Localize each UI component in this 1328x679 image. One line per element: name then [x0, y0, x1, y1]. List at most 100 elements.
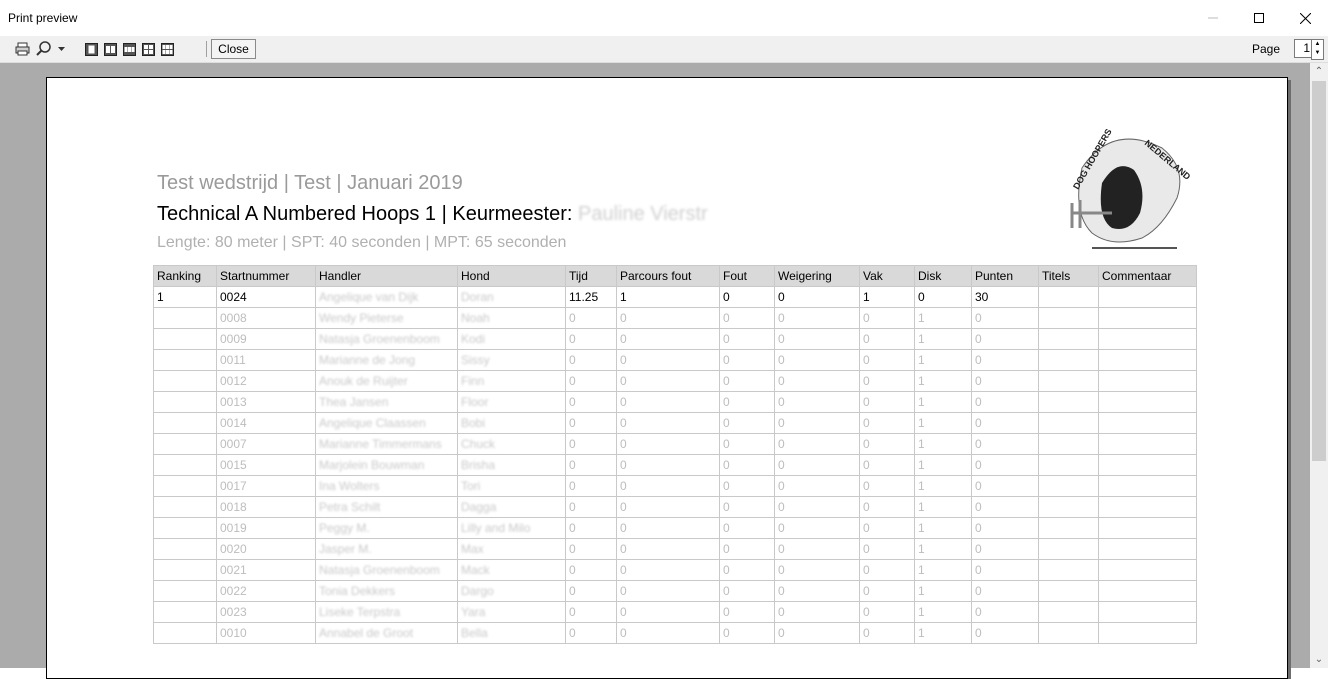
- cell-parcours-fout: 0: [616, 412, 720, 434]
- cell-handler: Marianne de Jong: [315, 349, 458, 371]
- print-icon: [15, 42, 29, 56]
- cell-tijd: 0: [565, 622, 617, 644]
- cell-ranking: [153, 454, 217, 476]
- three-pages-button[interactable]: [122, 40, 136, 58]
- six-pages-button[interactable]: [160, 40, 174, 58]
- cell-punten: 0: [971, 370, 1039, 392]
- cell-handler: Natasja Groenenboom: [315, 328, 458, 350]
- zoom-button[interactable]: [35, 40, 53, 58]
- cell-fout: 0: [719, 496, 775, 518]
- page-number-input[interactable]: 1: [1294, 39, 1312, 58]
- table-row: 0018 Petra Schilt Dagga 0 0 0 0 0 1 0: [153, 496, 1197, 518]
- cell-disk: 1: [914, 307, 972, 329]
- table-row: 0020 Jasper M. Max 0 0 0 0 0 1 0: [153, 538, 1197, 560]
- cell-titels: [1038, 559, 1099, 581]
- cell-hond: Noah: [457, 307, 566, 329]
- close-preview-button[interactable]: Close: [211, 39, 256, 59]
- scrollbar-thumb[interactable]: [1312, 81, 1326, 461]
- cell-vak: 0: [859, 412, 915, 434]
- cell-weigering: 0: [774, 580, 860, 602]
- cell-titels: [1038, 370, 1099, 392]
- cell-commentaar: [1098, 307, 1197, 329]
- cell-fout: 0: [719, 622, 775, 644]
- close-window-button[interactable]: [1282, 0, 1328, 36]
- two-pages-icon: [103, 42, 117, 56]
- cell-startnummer: 0018: [216, 496, 316, 518]
- cell-titels: [1038, 601, 1099, 623]
- three-pages-icon: [122, 42, 136, 56]
- cell-tijd: 0: [565, 559, 617, 581]
- cell-vak: 0: [859, 475, 915, 497]
- cell-weigering: 0: [774, 286, 860, 308]
- scroll-down-icon[interactable]: ⌄: [1310, 651, 1328, 668]
- cell-parcours-fout: 0: [616, 391, 720, 413]
- cell-handler: Tonia Dekkers: [315, 580, 458, 602]
- cell-hond: Bobi: [457, 412, 566, 434]
- cell-parcours-fout: 0: [616, 622, 720, 644]
- cell-vak: 0: [859, 391, 915, 413]
- cell-ranking: [153, 370, 217, 392]
- cell-startnummer: 0021: [216, 559, 316, 581]
- cell-vak: 0: [859, 454, 915, 476]
- cell-parcours-fout: 0: [616, 370, 720, 392]
- scroll-up-icon[interactable]: ⌃: [1310, 63, 1328, 80]
- cell-tijd: 0: [565, 370, 617, 392]
- cell-fout: 0: [719, 286, 775, 308]
- print-button[interactable]: [14, 40, 30, 58]
- cell-parcours-fout: 0: [616, 559, 720, 581]
- table-row: 0015 Marjolein Bouwman Brisha 0 0 0 0 0 1 0: [153, 454, 1197, 476]
- cell-punten: 0: [971, 538, 1039, 560]
- cell-disk: 1: [914, 391, 972, 413]
- spin-up-icon[interactable]: ▲: [1312, 40, 1323, 49]
- page-spinner[interactable]: ▲ ▼: [1311, 39, 1324, 60]
- table-row: 0023 Liseke Terpstra Yara 0 0 0 0 0 1 0: [153, 601, 1197, 623]
- cell-hond: Brisha: [457, 454, 566, 476]
- cell-vak: 0: [859, 580, 915, 602]
- cell-startnummer: 0013: [216, 391, 316, 413]
- cell-commentaar: [1098, 391, 1197, 413]
- zoom-dropdown-button[interactable]: [56, 40, 66, 58]
- cell-fout: 0: [719, 475, 775, 497]
- spin-down-icon[interactable]: ▼: [1312, 49, 1323, 58]
- four-pages-button[interactable]: [141, 40, 155, 58]
- cell-disk: 1: [914, 412, 972, 434]
- cell-tijd: 0: [565, 412, 617, 434]
- table-row: 0014 Angelique Claassen Bobi 0 0 0 0 0 1 0: [153, 412, 1197, 434]
- cell-ranking: [153, 580, 217, 602]
- table-row: 0009 Natasja Groenenboom Kodi 0 0 0 0 0 1 0: [153, 328, 1197, 350]
- two-pages-button[interactable]: [103, 40, 117, 58]
- cell-punten: 0: [971, 328, 1039, 350]
- one-page-button[interactable]: [84, 40, 98, 58]
- maximize-button[interactable]: [1236, 0, 1282, 36]
- cell-ranking: 1: [153, 286, 217, 308]
- cell-fout: 0: [719, 433, 775, 455]
- table-row: 0007 Marianne Timmermans Chuck 0 0 0 0 0 1 0: [153, 433, 1197, 455]
- vertical-scrollbar[interactable]: ⌃ ⌄: [1310, 63, 1328, 668]
- cell-parcours-fout: 0: [616, 349, 720, 371]
- cell-punten: 0: [971, 580, 1039, 602]
- cell-fout: 0: [719, 601, 775, 623]
- cell-weigering: 0: [774, 412, 860, 434]
- cell-fout: 0: [719, 370, 775, 392]
- cell-tijd: 0: [565, 328, 617, 350]
- cell-hond: Tori: [457, 475, 566, 497]
- cell-vak: 0: [859, 328, 915, 350]
- chevron-down-icon: [57, 47, 65, 51]
- cell-titels: [1038, 349, 1099, 371]
- cell-disk: 1: [914, 433, 972, 455]
- cell-handler: Liseke Terpstra: [315, 601, 458, 623]
- page-label: Page: [1252, 42, 1281, 56]
- minimize-button[interactable]: [1190, 0, 1236, 36]
- cell-titels: [1038, 286, 1099, 308]
- cell-startnummer: 0007: [216, 433, 316, 455]
- cell-ranking: [153, 307, 217, 329]
- four-pages-icon: [141, 42, 155, 56]
- cell-parcours-fout: 0: [616, 433, 720, 455]
- cell-titels: [1038, 475, 1099, 497]
- cell-titels: [1038, 391, 1099, 413]
- cell-hond: Floor: [457, 391, 566, 413]
- column-header: Weigering: [774, 265, 860, 287]
- cell-commentaar: [1098, 622, 1197, 644]
- cell-titels: [1038, 328, 1099, 350]
- cell-hond: Yara: [457, 601, 566, 623]
